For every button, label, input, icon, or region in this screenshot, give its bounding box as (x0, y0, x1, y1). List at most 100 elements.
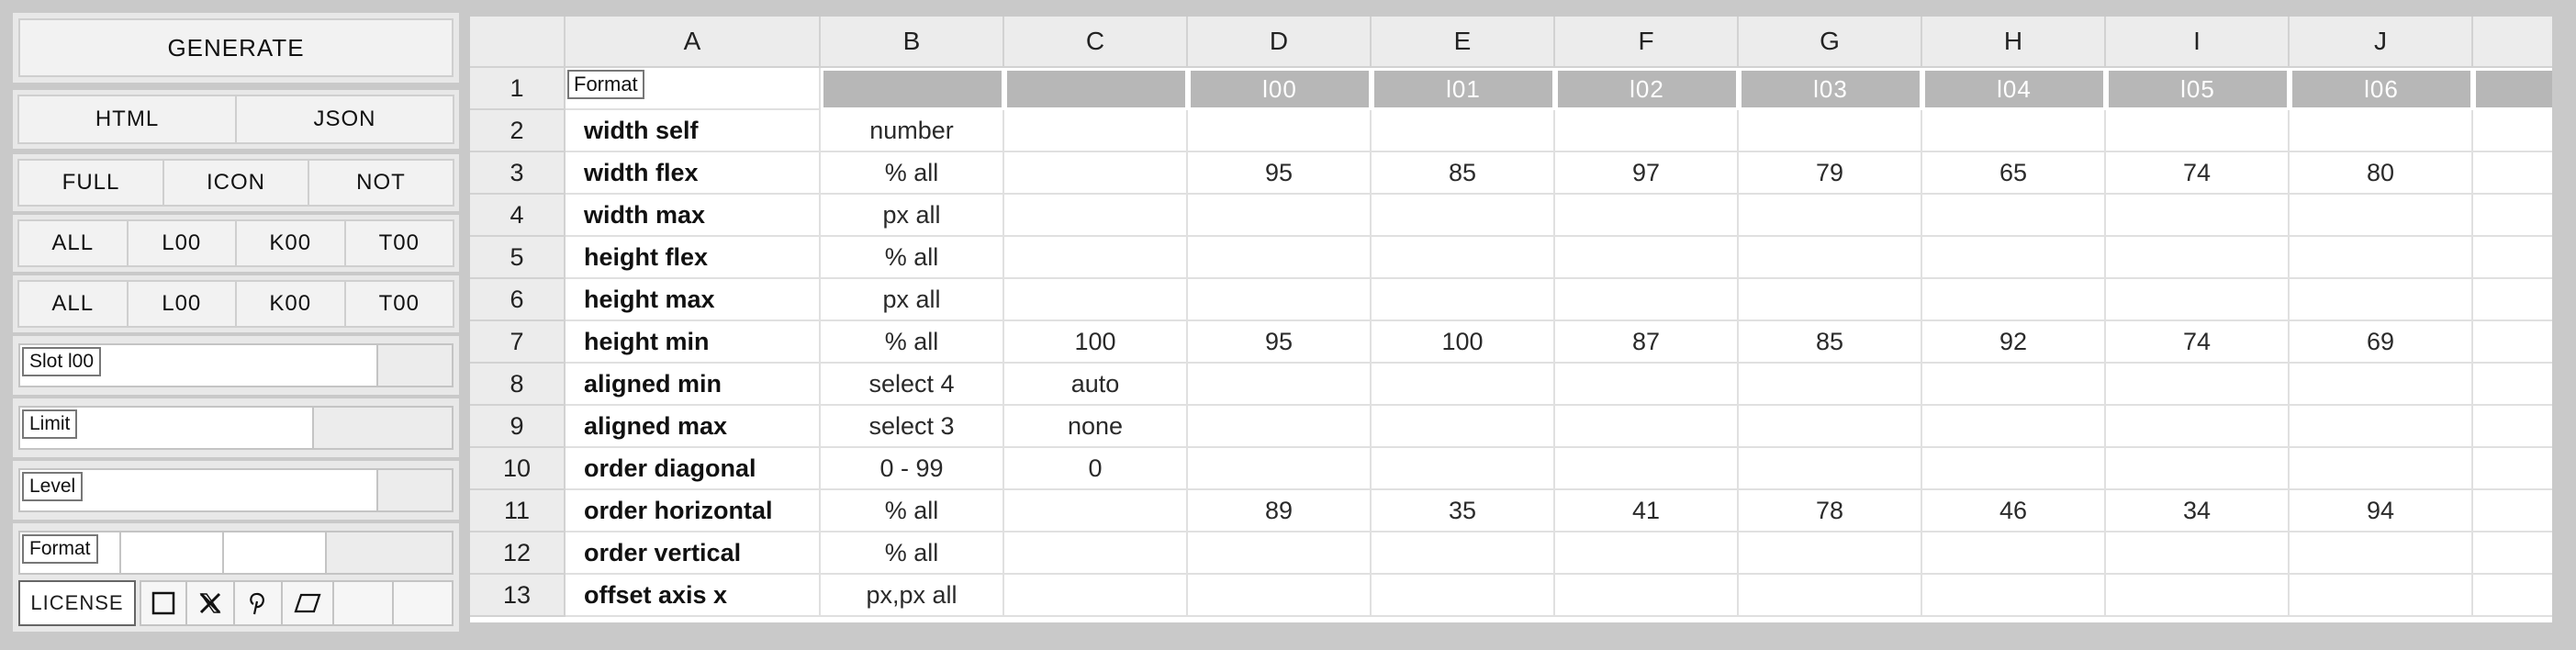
row-header[interactable]: 4 (470, 195, 566, 237)
filter-b-t00-button[interactable]: T00 (345, 280, 454, 328)
table-cell[interactable] (2106, 406, 2290, 448)
table-cell[interactable] (1188, 195, 1372, 237)
table-cell[interactable] (1739, 110, 1922, 152)
property-name-cell[interactable]: order vertical (566, 532, 821, 575)
table-cell[interactable] (1555, 406, 1739, 448)
table-cell[interactable] (1188, 406, 1372, 448)
table-cell[interactable] (2473, 195, 2552, 237)
column-header-f[interactable]: F (1555, 17, 1739, 68)
table-cell[interactable] (1739, 575, 1922, 617)
table-cell[interactable] (1739, 279, 1922, 321)
row-header[interactable]: 13 (470, 575, 566, 617)
filter-a-k00-button[interactable]: K00 (237, 219, 346, 267)
row-header[interactable]: 2 (470, 110, 566, 152)
table-cell[interactable] (2290, 364, 2473, 406)
mode-not-button[interactable]: NOT (309, 159, 454, 207)
table-cell[interactable] (1372, 532, 1555, 575)
row-header[interactable]: 10 (470, 448, 566, 490)
table-cell[interactable] (1739, 364, 1922, 406)
generate-button[interactable]: GENERATE (18, 18, 454, 77)
license-button[interactable]: LICENSE (18, 580, 136, 626)
blank-button-2[interactable] (394, 580, 454, 626)
table-cell[interactable] (1004, 237, 1188, 279)
filter-a-l00-button[interactable]: L00 (128, 219, 237, 267)
level-input[interactable]: Level (18, 468, 378, 512)
table-cell[interactable] (1372, 448, 1555, 490)
table-cell[interactable]: select 4 (821, 364, 1004, 406)
table-cell[interactable]: % all (821, 152, 1004, 195)
table-cell[interactable] (1555, 195, 1739, 237)
table-cell[interactable]: 34 (2106, 490, 2290, 532)
table-cell[interactable] (1739, 448, 1922, 490)
slot-side-button[interactable] (378, 343, 454, 387)
table-cell[interactable] (1372, 110, 1555, 152)
table-cell[interactable] (1004, 195, 1188, 237)
table-cell[interactable] (1004, 532, 1188, 575)
table-cell[interactable] (2290, 237, 2473, 279)
table-cell[interactable] (2106, 110, 2290, 152)
row-header[interactable]: 12 (470, 532, 566, 575)
table-cell[interactable]: px,px all (821, 575, 1004, 617)
row-header[interactable]: 6 (470, 279, 566, 321)
table-cell[interactable] (2106, 195, 2290, 237)
property-name-cell[interactable]: width self (566, 110, 821, 152)
blank-button-1[interactable] (334, 580, 394, 626)
table-cell[interactable] (2473, 152, 2552, 195)
table-cell[interactable] (2106, 279, 2290, 321)
table-cell[interactable] (1555, 364, 1739, 406)
table-cell[interactable] (1004, 152, 1188, 195)
table-cell[interactable] (1188, 448, 1372, 490)
table-cell[interactable] (2290, 575, 2473, 617)
table-cell[interactable] (1004, 490, 1188, 532)
table-cell[interactable] (1922, 532, 2106, 575)
property-name-cell[interactable]: height min (566, 321, 821, 364)
level-header-cell[interactable]: l04 (1922, 68, 2106, 110)
table-cell[interactable]: 65 (1922, 152, 2106, 195)
table-cell[interactable]: none (1004, 406, 1188, 448)
property-name-cell[interactable]: height max (566, 279, 821, 321)
table-cell[interactable] (1188, 237, 1372, 279)
column-header-g[interactable]: G (1739, 17, 1922, 68)
level-header-cell[interactable]: l02 (1555, 68, 1739, 110)
table-cell[interactable]: 85 (1372, 152, 1555, 195)
table-cell[interactable] (1372, 364, 1555, 406)
format-input[interactable]: Format (18, 531, 121, 575)
table-cell[interactable] (1372, 237, 1555, 279)
table-cell[interactable] (2473, 279, 2552, 321)
table-cell[interactable]: 97 (1555, 152, 1739, 195)
level-header-cell[interactable]: l03 (1739, 68, 1922, 110)
table-cell[interactable] (1922, 364, 2106, 406)
table-cell[interactable] (1004, 279, 1188, 321)
table-cell[interactable] (1004, 110, 1188, 152)
table-cell[interactable] (1555, 110, 1739, 152)
table-cell[interactable]: auto (1004, 364, 1188, 406)
property-name-cell[interactable]: aligned min (566, 364, 821, 406)
filter-a-t00-button[interactable]: T00 (345, 219, 454, 267)
table-cell[interactable]: 85 (1739, 321, 1922, 364)
table-cell[interactable] (1555, 575, 1739, 617)
export-html-button[interactable]: HTML (17, 95, 237, 144)
table-cell[interactable]: 80 (2290, 152, 2473, 195)
table-cell[interactable] (2473, 364, 2552, 406)
table-cell[interactable] (2473, 532, 2552, 575)
column-header-extra[interactable] (2473, 17, 2552, 68)
filter-b-l00-button[interactable]: L00 (128, 280, 237, 328)
table-cell[interactable]: 74 (2106, 152, 2290, 195)
property-name-cell[interactable]: offset axis x (566, 575, 821, 617)
table-cell[interactable]: 46 (1922, 490, 2106, 532)
format-chip-cell[interactable]: Format (566, 68, 821, 110)
table-cell[interactable] (2106, 237, 2290, 279)
table-cell[interactable] (1555, 279, 1739, 321)
table-cell[interactable]: 78 (1739, 490, 1922, 532)
table-cell[interactable] (1188, 364, 1372, 406)
table-cell[interactable] (1922, 110, 2106, 152)
table-cell[interactable] (1922, 237, 2106, 279)
level-header-cell[interactable] (1004, 68, 1188, 110)
table-cell[interactable]: 0 (1004, 448, 1188, 490)
square-icon[interactable] (140, 580, 187, 626)
table-cell[interactable]: px all (821, 195, 1004, 237)
table-cell[interactable] (1188, 575, 1372, 617)
table-cell[interactable] (2473, 110, 2552, 152)
table-cell[interactable]: 87 (1555, 321, 1739, 364)
column-header-i[interactable]: I (2106, 17, 2290, 68)
